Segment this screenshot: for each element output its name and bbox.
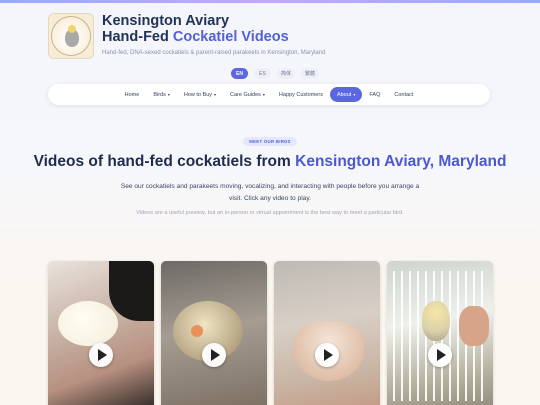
- chevron-down-icon: ▾: [167, 92, 170, 97]
- hand-image: [459, 306, 489, 346]
- nav-care-guides-label: Care Guides: [230, 91, 261, 98]
- chevron-down-icon: ▾: [262, 92, 265, 97]
- play-icon[interactable]: [202, 343, 226, 367]
- video-card-3[interactable]: [274, 261, 380, 405]
- video-card-1[interactable]: [48, 261, 154, 405]
- site-title-line2-plain: Hand-Fed: [102, 29, 173, 45]
- video-card-4[interactable]: [387, 261, 493, 405]
- nav-contact-label: Contact: [394, 91, 414, 98]
- nav-contact[interactable]: Contact: [387, 87, 420, 102]
- language-switcher: EN ES 简体 繁體: [231, 68, 320, 79]
- nav-home-label: Home: [124, 91, 140, 98]
- page-headline: Videos of hand-fed cockatiels from Kensi…: [0, 153, 540, 171]
- play-icon[interactable]: [89, 343, 113, 367]
- section-badge: MEET OUR BIRDS: [243, 137, 297, 146]
- chevron-down-icon: ▾: [353, 92, 356, 97]
- nav-birds[interactable]: Birds ▾: [146, 87, 177, 102]
- main-nav: Home Birds ▾ How to Buy ▾ Care Guides ▾ Hap…: [48, 84, 490, 105]
- intro-text: See our cockatiels and parakeets moving,…: [120, 183, 420, 202]
- nav-happy-customers-label: Happy Customers: [278, 91, 323, 98]
- nav-how-to-buy[interactable]: How to Buy ▾: [177, 87, 223, 102]
- nav-happy-customers[interactable]: Happy Customers: [272, 87, 330, 102]
- video-thumbnail-shadow: [109, 261, 154, 321]
- headline-accent: Kensington Aviary, Maryland: [295, 153, 507, 170]
- white-chick-image: [58, 301, 118, 346]
- nav-how-to-buy-label: How to Buy: [183, 91, 212, 98]
- nav-care-guides[interactable]: Care Guides ▾: [223, 87, 272, 102]
- lang-en[interactable]: EN: [231, 68, 248, 79]
- note-text: Videos are a useful preview, but an in-p…: [136, 210, 404, 216]
- nav-faq[interactable]: FAQ: [362, 87, 387, 102]
- nav-faq-label: FAQ: [369, 91, 381, 98]
- lang-zh-traditional[interactable]: 繁體: [301, 68, 320, 79]
- top-accent-bar: [0, 0, 540, 3]
- nav-about-label: About: [336, 91, 352, 98]
- headline-plain: Videos of hand-fed cockatiels from: [33, 153, 296, 170]
- play-icon[interactable]: [315, 343, 339, 367]
- nav-birds-label: Birds: [153, 91, 166, 98]
- caged-cockatiel-image: [422, 301, 450, 341]
- lang-zh-simplified[interactable]: 简体: [277, 68, 296, 79]
- site-title: Kensington Aviary Hand-Fed Cockatiel Vid…: [102, 13, 325, 45]
- chevron-down-icon: ▾: [214, 92, 217, 97]
- play-icon[interactable]: [428, 343, 452, 367]
- site-subtitle: Hand-fed, DNA-sexed cockatiels & parent-…: [102, 50, 326, 56]
- cockatiel-cheek-patch: [191, 325, 203, 337]
- nav-home[interactable]: Home: [118, 87, 147, 102]
- aviary-logo[interactable]: [48, 13, 94, 59]
- video-card-2[interactable]: [161, 261, 267, 405]
- site-brand[interactable]: Kensington Aviary Hand-Fed Cockatiel Vid…: [48, 13, 325, 59]
- site-title-line2: Hand-Fed Cockatiel Videos: [102, 29, 325, 45]
- lang-es[interactable]: ES: [254, 68, 271, 79]
- cockatiel-logo-icon: [51, 16, 91, 56]
- site-title-line1: Kensington Aviary: [102, 13, 230, 29]
- nav-about[interactable]: About ▾: [329, 87, 363, 102]
- site-title-line2-accent: Cockatiel Videos: [172, 29, 289, 45]
